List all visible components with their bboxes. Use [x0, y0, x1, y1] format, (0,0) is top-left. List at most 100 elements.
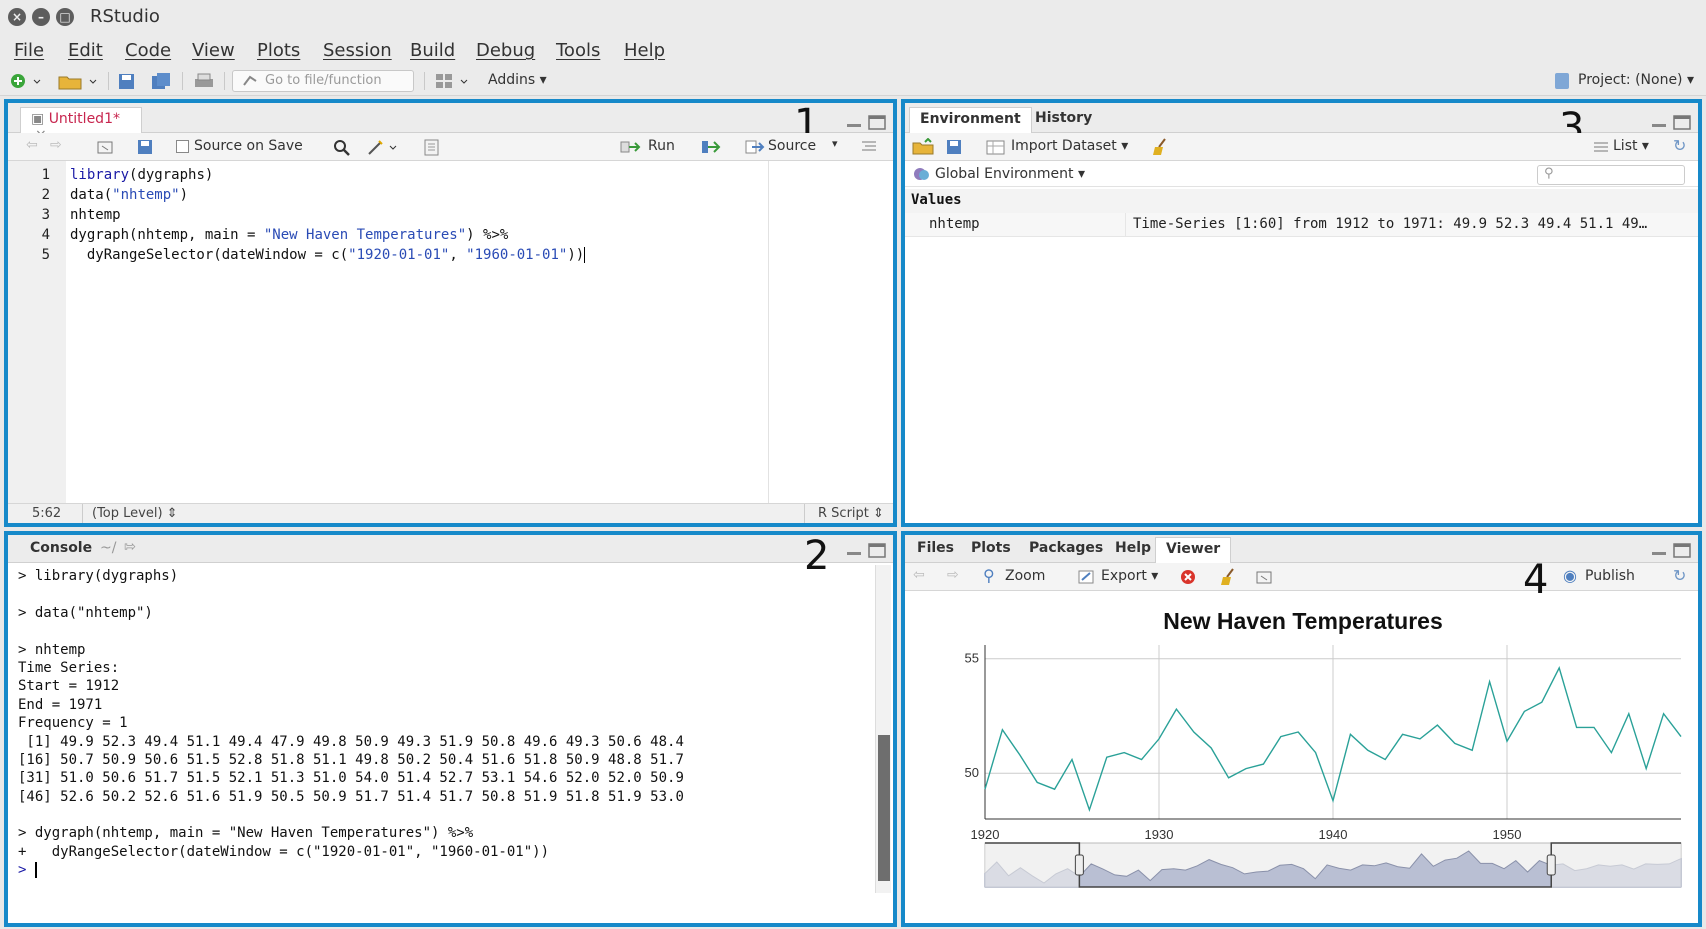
forward-icon[interactable]: ⇨ — [947, 567, 959, 583]
menu-view[interactable]: View — [192, 40, 235, 61]
menu-tools[interactable]: Tools — [556, 40, 600, 61]
minimize-window-icon[interactable]: – — [32, 8, 50, 26]
x-tick-label: 1920 — [971, 827, 1000, 842]
save-file-icon[interactable] — [136, 138, 154, 156]
menu-debug[interactable]: Debug — [476, 40, 535, 61]
source-dropdown-icon[interactable]: ▾ — [832, 137, 838, 150]
import-dataset-icon[interactable] — [985, 138, 1007, 156]
console-line: [1] 49.9 52.3 49.4 51.1 49.4 47.9 49.8 5… — [18, 733, 684, 750]
forward-icon[interactable]: ⇨ — [50, 137, 62, 153]
maximize-window-icon[interactable]: □ — [56, 8, 74, 26]
tab-help[interactable]: Help — [1105, 537, 1161, 563]
list-view-dropdown[interactable]: List ▾ — [1613, 138, 1649, 154]
open-file-icon[interactable] — [56, 71, 100, 91]
environment-row[interactable]: nhtemp Time-Series [1:60] from 1912 to 1… — [905, 213, 1698, 237]
refresh-icon[interactable]: ↻ — [1673, 566, 1686, 585]
save-icon[interactable] — [116, 71, 138, 91]
tab-packages[interactable]: Packages — [1019, 537, 1113, 563]
source-icon[interactable] — [744, 138, 766, 156]
scope-selector[interactable]: (Top Level) ⇕ — [92, 506, 178, 521]
publish-button[interactable]: Publish — [1585, 568, 1635, 584]
code-tools-icon[interactable] — [366, 138, 400, 156]
console-line: End = 1971 — [18, 696, 103, 713]
back-icon[interactable]: ⇦ — [913, 567, 925, 583]
console-line: > dygraph(nhtemp, main = "New Haven Temp… — [18, 825, 474, 842]
show-in-window-icon[interactable] — [96, 138, 116, 156]
console-output[interactable]: > library(dygraphs) > data("nhtemp") > nht… — [18, 567, 878, 897]
rerun-icon[interactable] — [700, 138, 724, 156]
compile-report-icon[interactable] — [422, 138, 442, 156]
save-workspace-icon[interactable] — [945, 138, 963, 156]
x-tick-label: 1940 — [1319, 827, 1348, 842]
minimize-maximize-icon[interactable] — [1651, 115, 1693, 131]
menu-edit[interactable]: Edit — [68, 40, 103, 61]
menu-help[interactable]: Help — [624, 40, 665, 61]
show-in-new-window-icon[interactable] — [1255, 568, 1275, 586]
main-toolbar: Go to file/function Addins ▾ Project: (N… — [0, 66, 1706, 96]
import-dataset-button[interactable]: Import Dataset ▾ — [1011, 138, 1128, 154]
source-button[interactable]: Source — [768, 138, 816, 154]
range-selector-mask — [985, 843, 1080, 887]
tab-viewer[interactable]: Viewer — [1155, 537, 1232, 563]
console-scrollbar[interactable] — [875, 565, 891, 893]
y-tick-label: 50 — [965, 765, 979, 780]
search-icon[interactable] — [332, 138, 352, 156]
menu-code[interactable]: Code — [125, 40, 171, 61]
range-selector-mask — [1551, 843, 1681, 887]
source-on-save-checkbox[interactable] — [176, 140, 189, 153]
refresh-icon[interactable]: ↻ — [1673, 136, 1686, 155]
go-to-arrow-icon — [243, 75, 257, 86]
code-line: data("nhtemp") — [70, 187, 189, 203]
range-selector-handle[interactable] — [1546, 854, 1556, 876]
print-icon[interactable] — [192, 71, 216, 91]
console-line: [16] 50.7 50.9 50.6 51.5 52.8 51.8 51.1 … — [18, 751, 684, 768]
load-workspace-icon[interactable] — [911, 138, 937, 156]
clear-workspace-broom-icon[interactable] — [1151, 137, 1171, 157]
tab-plots[interactable]: Plots — [961, 537, 1021, 563]
run-icon[interactable] — [620, 139, 644, 155]
console-line: > — [18, 861, 878, 879]
minimize-maximize-icon[interactable] — [846, 115, 888, 131]
zoom-icon: ⚲ — [983, 566, 995, 585]
menu-build[interactable]: Build — [410, 40, 455, 61]
menu-file[interactable]: File — [14, 40, 44, 61]
tab-history[interactable]: History — [1025, 107, 1102, 133]
scrollbar-thumb[interactable] — [878, 735, 890, 881]
environment-search-input[interactable]: ⚲ — [1537, 165, 1685, 185]
close-window-icon[interactable]: × — [8, 8, 26, 26]
save-all-icon[interactable] — [150, 71, 174, 91]
viewer-pane: Files Plots Packages Help Viewer ⇦ ⇨ ⚲ Z… — [901, 531, 1702, 927]
list-view-icon — [1594, 142, 1608, 152]
addins-dropdown[interactable]: Addins ▾ — [488, 72, 547, 88]
tab-files[interactable]: Files — [907, 537, 964, 563]
back-icon[interactable]: ⇦ — [26, 137, 38, 153]
console-path: ~/ — [100, 540, 117, 556]
go-to-directory-icon[interactable]: ⇰ — [124, 539, 136, 555]
new-file-icon[interactable] — [8, 71, 42, 91]
code-line: dygraph(nhtemp, main = "New Haven Temper… — [70, 227, 509, 243]
project-menu[interactable]: Project: (None) ▾ — [1578, 72, 1694, 88]
dygraph-chart[interactable]: New Haven Temperatures 1920 1930 1940 1950 50… — [909, 591, 1699, 923]
clear-viewer-broom-icon[interactable] — [1219, 567, 1239, 587]
remove-viewer-icon[interactable] — [1179, 568, 1201, 586]
file-type-selector[interactable]: R Script ⇕ — [818, 506, 884, 521]
menu-session[interactable]: Session — [323, 40, 392, 61]
workspace-panes-icon[interactable] — [434, 71, 472, 91]
environment-header: Environment History 3 — [905, 103, 1698, 151]
environment-scope-dropdown[interactable]: Global Environment ▾ — [935, 166, 1085, 182]
code-editor[interactable]: library(dygraphs) data("nhtemp") nhtemp … — [8, 161, 768, 523]
minimize-maximize-icon[interactable] — [1651, 543, 1693, 559]
zoom-button[interactable]: Zoom — [1005, 568, 1045, 584]
y-tick-label: 55 — [965, 651, 979, 666]
tab-untitled1[interactable]: ▣ Untitled1* × — [20, 107, 142, 143]
outline-icon[interactable] — [860, 139, 878, 155]
minimize-maximize-icon[interactable] — [846, 543, 888, 559]
run-button[interactable]: Run — [648, 138, 675, 154]
tab-environment[interactable]: Environment — [909, 107, 1032, 133]
menu-plots[interactable]: Plots — [257, 40, 300, 61]
environment-toolbar: Import Dataset ▾ List ▾ ↻ — [905, 133, 1698, 161]
source-on-save-label: Source on Save — [194, 138, 303, 154]
range-selector-handle[interactable] — [1074, 854, 1084, 876]
export-button[interactable]: Export ▾ — [1101, 568, 1158, 584]
